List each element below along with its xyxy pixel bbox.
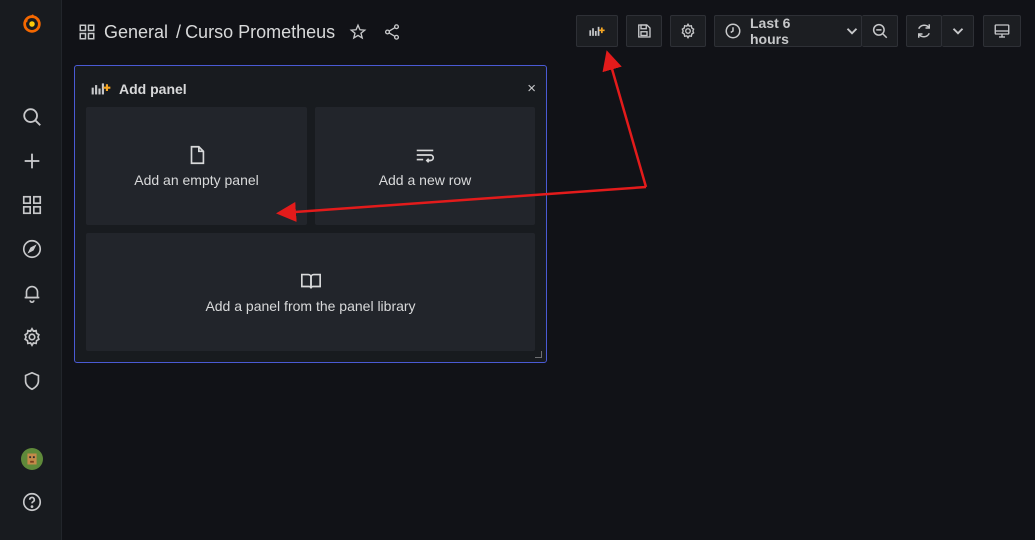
annotation-arrow-left: [276, 185, 647, 222]
annotation-arrows: [276, 50, 648, 222]
annotation-arrow-up: [602, 50, 648, 188]
